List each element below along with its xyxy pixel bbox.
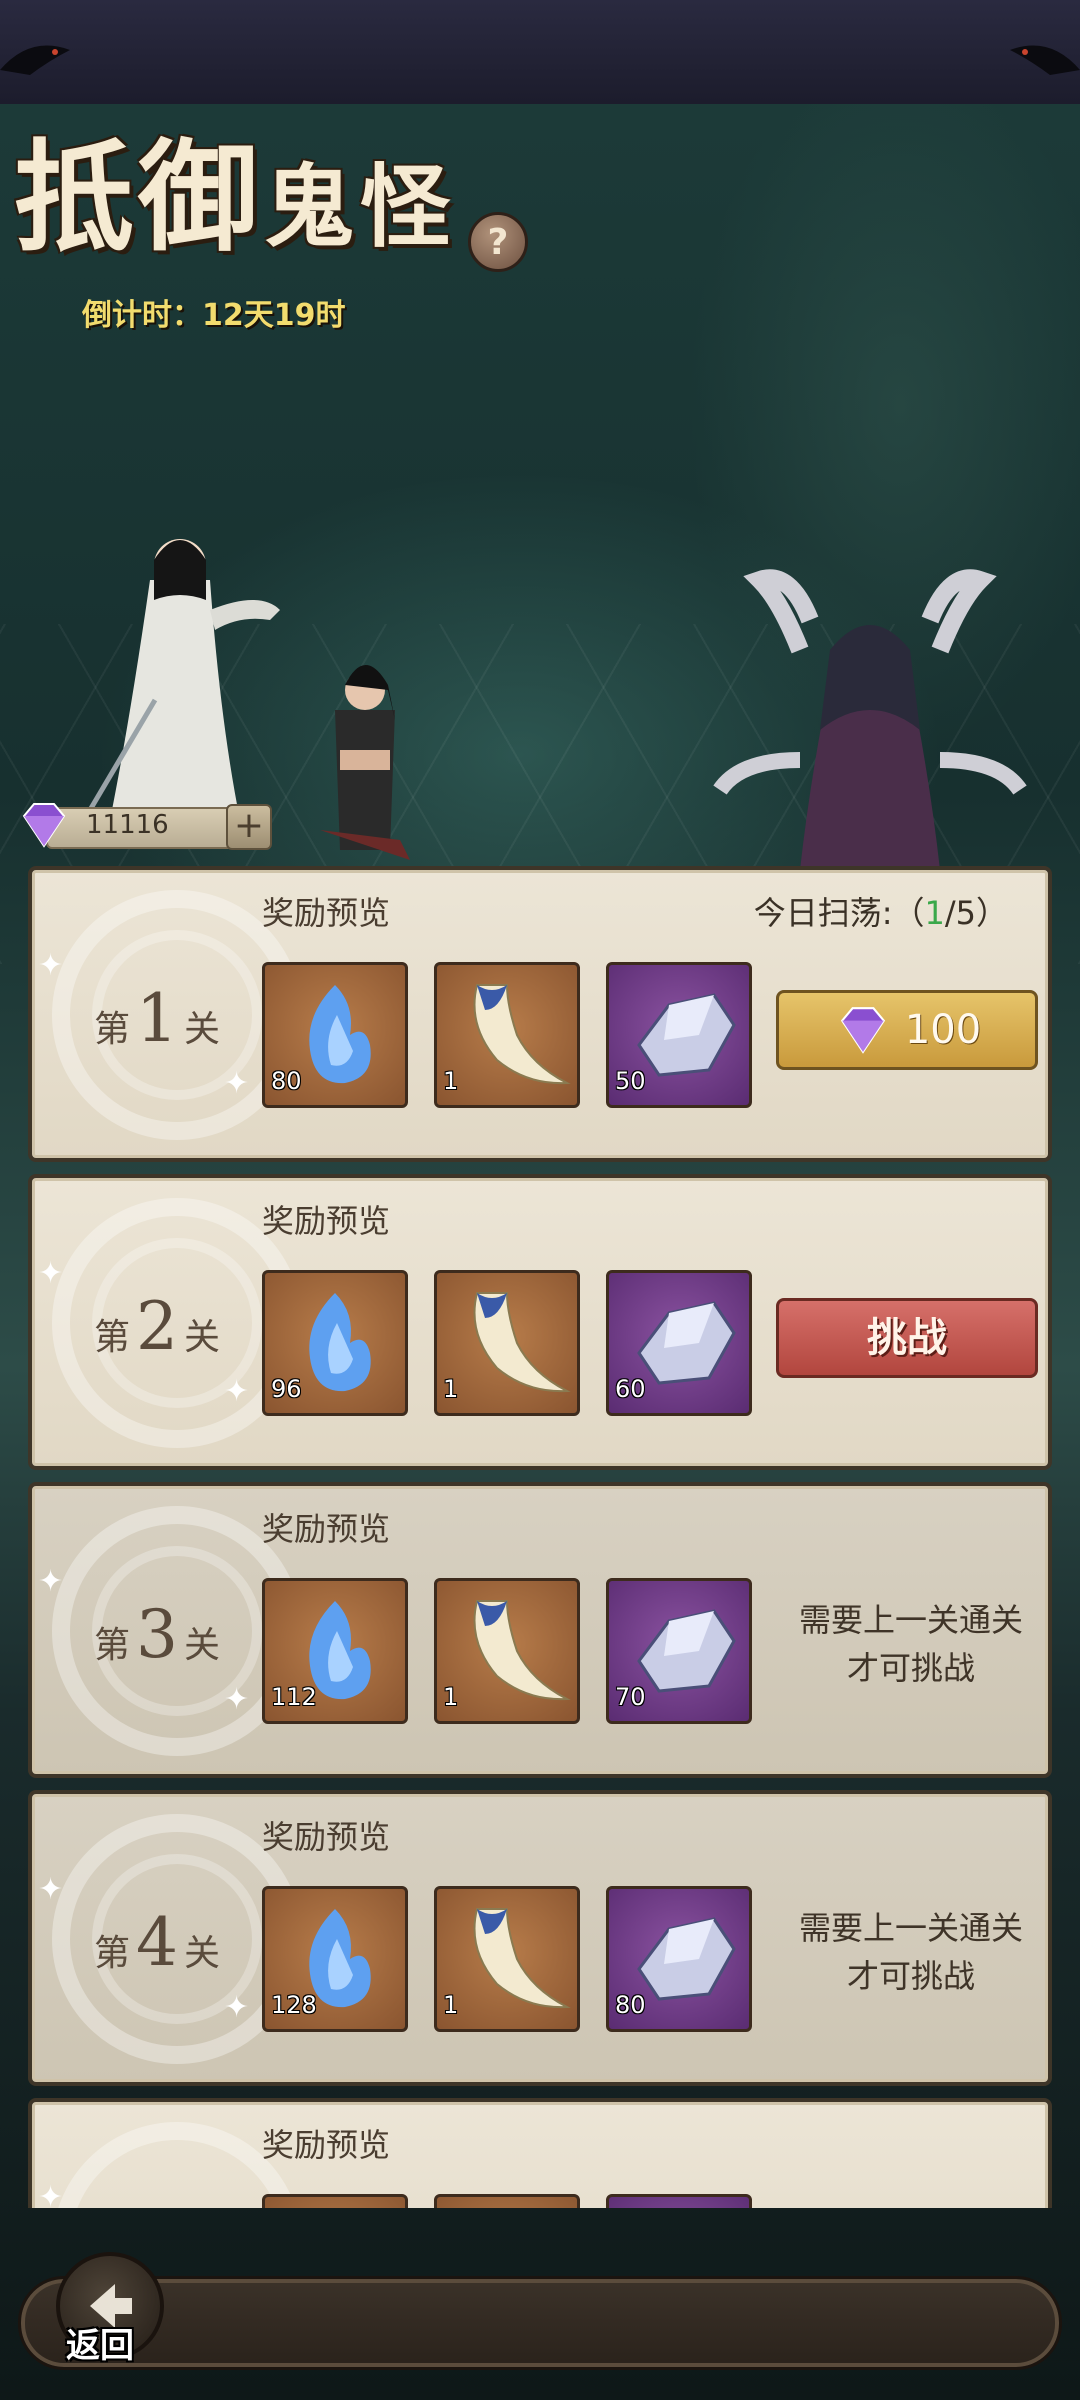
reward-item-horn-claw[interactable]: 1 — [434, 1886, 580, 2032]
sparkle-icon: ✦ — [38, 1256, 64, 1291]
sparkle-icon: ✦ — [38, 1564, 64, 1599]
stage-label: 第 3 关 — [94, 1596, 220, 1673]
lock-line-1: 需要上一关通关 — [798, 1601, 1023, 1639]
stage-label: 第 4 关 — [94, 1904, 220, 1981]
reward-item-ore-stone[interactable]: 80 — [606, 1886, 752, 2032]
stage-number: 2 — [136, 1288, 179, 1365]
reward-preview-label: 奖励预览 — [262, 1510, 391, 1548]
reward-item-blue-flame[interactable]: 128 — [262, 1886, 408, 2032]
stage-prefix: 第 — [94, 1625, 131, 1666]
diamond-gem-icon — [840, 1007, 885, 1054]
back-label[interactable]: 返回 — [66, 2318, 134, 2367]
stage-number: 4 — [136, 1904, 179, 1981]
reward-quantity: 80 — [615, 1991, 646, 2019]
stage-prefix: 第 — [94, 1933, 131, 1974]
left-serpent-ornament-icon — [0, 45, 70, 75]
right-serpent-ornament-icon — [1010, 45, 1080, 75]
stage-number: 1 — [136, 980, 179, 1057]
reward-quantity: 1 — [443, 1683, 459, 1711]
reward-item-ore-stone[interactable] — [606, 2194, 752, 2208]
sweep-used: 1 — [924, 894, 945, 932]
top-bar — [0, 0, 1080, 107]
stage-label: 第 1 关 — [94, 980, 220, 1057]
sparkle-icon: ✦ — [224, 1990, 250, 2025]
stage-label: 第 2 关 — [94, 1288, 220, 1365]
countdown-timer: 倒计时：12天19时 — [82, 298, 346, 333]
stage-suffix: 关 — [184, 1317, 221, 1358]
event-title: 抵御 — [14, 127, 262, 268]
reward-item-horn-claw[interactable]: 1 — [434, 1578, 580, 1724]
reward-quantity: 112 — [271, 1683, 317, 1711]
reward-item-blue-flame[interactable]: 112 — [262, 1578, 408, 1724]
stage-suffix: 关 — [184, 1933, 221, 1974]
sweep-cost: 100 — [904, 1007, 982, 1053]
help-button[interactable]: ? — [468, 212, 528, 272]
sparkle-icon: ✦ — [38, 1872, 64, 1907]
reward-item-ore-stone[interactable]: 60 — [606, 1270, 752, 1416]
sparkle-icon: ✦ — [224, 1682, 250, 1717]
reward-quantity: 1 — [443, 1067, 459, 1095]
reward-quantity: 60 — [615, 1375, 646, 1403]
reward-item-blue-flame[interactable] — [262, 2194, 408, 2208]
reward-item-ore-stone[interactable]: 70 — [606, 1578, 752, 1724]
daily-sweep-counter: 今日扫荡:（1/5） — [754, 888, 1008, 934]
lock-line-2: 才可挑战 — [846, 1957, 975, 1995]
gem-counter: 11116 + — [16, 800, 272, 850]
sweep-with-gems-button[interactable]: 100 — [776, 990, 1038, 1070]
reward-item-horn-claw[interactable]: 1 — [434, 962, 580, 1108]
locked-requirement-text: 需要上一关通关 才可挑战 — [776, 1596, 1046, 1692]
reward-preview-label: 奖励预览 — [262, 894, 391, 932]
stage-prefix: 第 — [94, 1009, 131, 1050]
sparkle-icon: ✦ — [38, 2180, 64, 2208]
stage-prefix: 第 — [94, 1317, 131, 1358]
reward-quantity: 96 — [271, 1375, 302, 1403]
sparkle-icon: ✦ — [224, 1066, 250, 1101]
event-title-sub: 鬼怪 — [264, 154, 456, 260]
diamond-gem-icon — [22, 803, 66, 848]
reward-quantity: 50 — [615, 1067, 646, 1095]
swordswoman-hero-icon — [87, 539, 280, 820]
reward-quantity: 1 — [443, 1991, 459, 2019]
stage-list[interactable]: ✦ ✦ 第 1 关 奖励预览 今日扫荡:（1/5） 80 1 50 100 ✦ … — [28, 866, 1052, 2208]
warrior-hero-icon — [320, 665, 410, 860]
sweep-label: 今日扫荡:（ — [753, 894, 925, 932]
reward-item-blue-flame[interactable]: 80 — [262, 962, 408, 1108]
stage-card-4: ✦ ✦ 第 4 关 奖励预览 128 1 80 需要上一关通关 才可挑战 — [28, 1790, 1052, 2086]
reward-quantity: 128 — [271, 1991, 317, 2019]
challenge-button[interactable]: 挑战 — [776, 1298, 1038, 1378]
lock-line-2: 才可挑战 — [846, 1649, 975, 1687]
reward-quantity: 70 — [615, 1683, 646, 1711]
add-gems-button[interactable]: + — [226, 804, 272, 850]
stage-suffix: 关 — [184, 1625, 221, 1666]
locked-requirement-text: 需要上一关通关 才可挑战 — [776, 1904, 1046, 2000]
gem-amount: 11116 — [86, 810, 169, 840]
stage-card-5: ✦ 奖励预览 — [28, 2098, 1052, 2208]
stage-card-3: ✦ ✦ 第 3 关 奖励预览 112 1 70 需要上一关通关 才可挑战 — [28, 1482, 1052, 1778]
stage-card-1: ✦ ✦ 第 1 关 奖励预览 今日扫荡:（1/5） 80 1 50 100 — [28, 866, 1052, 1162]
sparkle-icon: ✦ — [224, 1374, 250, 1409]
reward-quantity: 80 — [271, 1067, 302, 1095]
lock-line-1: 需要上一关通关 — [798, 1909, 1023, 1947]
reward-item-horn-claw[interactable]: 1 — [434, 1270, 580, 1416]
reward-quantity: 1 — [443, 1375, 459, 1403]
reward-item-blue-flame[interactable]: 96 — [262, 1270, 408, 1416]
reward-preview-label: 奖励预览 — [262, 1818, 391, 1856]
bottom-nav-bar — [18, 2276, 1062, 2370]
stage-card-2: ✦ ✦ 第 2 关 奖励预览 96 1 60 挑战 — [28, 1174, 1052, 1470]
reward-item-ore-stone[interactable]: 50 — [606, 962, 752, 1108]
stage-number: 3 — [136, 1596, 179, 1673]
sparkle-icon: ✦ — [38, 948, 64, 983]
stage-suffix: 关 — [184, 1009, 221, 1050]
medusa-boss-icon — [713, 569, 1027, 870]
sweep-total: /5） — [944, 894, 1008, 932]
reward-preview-label: 奖励预览 — [262, 2126, 391, 2164]
reward-preview-label: 奖励预览 — [262, 1202, 391, 1240]
reward-item-horn-claw[interactable] — [434, 2194, 580, 2208]
